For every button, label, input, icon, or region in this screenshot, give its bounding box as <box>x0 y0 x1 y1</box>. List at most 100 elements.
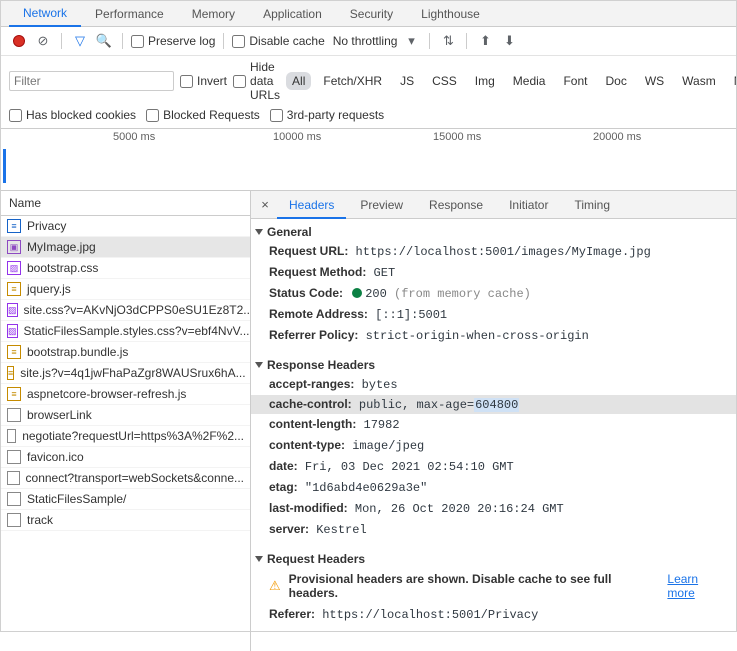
response-header-key: content-length: <box>269 417 356 431</box>
request-row[interactable]: ▨site.css?v=AKvNjO3dCPPS0eSU1Ez8T2... <box>1 300 250 321</box>
close-details-icon[interactable]: × <box>255 197 275 212</box>
type-filter-css[interactable]: CSS <box>426 72 463 90</box>
throttling-caret-icon[interactable]: ▾ <box>401 31 421 51</box>
tab-application[interactable]: Application <box>249 1 336 26</box>
request-row[interactable]: ▨ StaticFilesSample.styles.css?v=ebf4NvV.… <box>1 321 250 342</box>
request-row[interactable]: ▣ MyImage.jpg <box>1 237 250 258</box>
filter-icon[interactable]: ▽ <box>70 31 90 51</box>
xhr-file-icon <box>7 450 21 464</box>
detail-tab-timing[interactable]: Timing <box>562 192 622 217</box>
type-filter-js[interactable]: JS <box>394 72 420 90</box>
filter-input[interactable] <box>9 71 174 91</box>
type-filter-fetch-xhr[interactable]: Fetch/XHR <box>317 72 388 90</box>
throttling-select[interactable]: No throttling <box>333 34 398 48</box>
invert-checkbox[interactable]: Invert <box>180 74 227 88</box>
tab-performance[interactable]: Performance <box>81 1 178 26</box>
request-details: × Headers Preview Response Initiator Tim… <box>251 191 736 651</box>
detail-tab-response[interactable]: Response <box>417 192 495 217</box>
response-header-row: date: Fri, 03 Dec 2021 02:54:10 GMT <box>251 456 736 477</box>
tab-lighthouse[interactable]: Lighthouse <box>407 1 494 26</box>
request-row[interactable]: favicon.ico <box>1 447 250 468</box>
request-row[interactable]: browserLink <box>1 405 250 426</box>
request-row[interactable]: ▨bootstrap.css <box>1 258 250 279</box>
request-name: StaticFilesSample.styles.css?v=ebf4NvV..… <box>24 324 250 338</box>
section-general[interactable]: General <box>251 219 736 241</box>
section-response-headers[interactable]: Response Headers <box>251 352 736 374</box>
request-row[interactable]: ≡aspnetcore-browser-refresh.js <box>1 384 250 405</box>
disable-cache-label: Disable cache <box>249 34 324 48</box>
js-file-icon: ≡ <box>7 345 21 359</box>
request-row[interactable]: StaticFilesSample/ <box>1 489 250 510</box>
request-row[interactable]: connect?transport=webSockets&conne... <box>1 468 250 489</box>
disclosure-triangle-icon <box>255 556 263 562</box>
record-button[interactable] <box>13 35 25 47</box>
request-name: favicon.ico <box>27 450 84 464</box>
third-party-label: 3rd-party requests <box>287 108 384 122</box>
preserve-log-checkbox[interactable]: Preserve log <box>131 34 215 48</box>
response-header-value: public, max-age= <box>359 398 474 412</box>
hide-data-urls-label: Hide data URLs <box>250 60 280 102</box>
devtools-tabs: Network Performance Memory Application S… <box>1 1 736 27</box>
type-filter-img[interactable]: Img <box>469 72 501 90</box>
request-row[interactable]: ≡jquery.js <box>1 279 250 300</box>
type-filter-manifest[interactable]: Manife <box>728 72 736 90</box>
learn-more-link[interactable]: Learn more <box>667 572 728 600</box>
request-name: aspnetcore-browser-refresh.js <box>27 387 186 401</box>
has-blocked-cookies-label: Has blocked cookies <box>26 108 136 122</box>
request-row[interactable]: track <box>1 510 250 531</box>
blocked-requests-label: Blocked Requests <box>163 108 260 122</box>
disable-cache-checkbox[interactable]: Disable cache <box>232 34 324 48</box>
column-header-name[interactable]: Name <box>1 191 250 216</box>
disclosure-triangle-icon <box>255 229 263 235</box>
response-header-value: Mon, 26 Oct 2020 20:16:24 GMT <box>355 502 564 516</box>
detail-tab-initiator[interactable]: Initiator <box>497 192 560 217</box>
request-row[interactable]: ≡ bootstrap.bundle.js <box>1 342 250 363</box>
import-har-icon[interactable]: ⬆ <box>475 31 495 51</box>
blocked-requests-checkbox[interactable]: Blocked Requests <box>146 108 260 122</box>
export-har-icon[interactable]: ⬇ <box>499 31 519 51</box>
timeline-tick: 5000 ms <box>113 131 155 143</box>
separator <box>122 33 123 49</box>
img-file-icon: ▣ <box>7 240 21 254</box>
type-filter-wasm[interactable]: Wasm <box>676 72 722 90</box>
general-request-method: Request Method: GET <box>251 262 736 283</box>
xhr-file-icon <box>7 471 20 485</box>
request-name: site.js?v=4q1jwFhaPaZgr8WAUSrux6hA... <box>20 366 245 380</box>
response-header-key: cache-control: <box>269 397 352 411</box>
type-filter-media[interactable]: Media <box>507 72 552 90</box>
tab-security[interactable]: Security <box>336 1 407 26</box>
detail-tab-preview[interactable]: Preview <box>348 192 415 217</box>
timeline-overview[interactable]: 5000 ms 10000 ms 15000 ms 20000 ms <box>1 129 736 191</box>
xhr-file-icon <box>7 429 16 443</box>
separator <box>466 33 467 49</box>
search-icon[interactable]: 🔍 <box>94 31 114 51</box>
request-name: MyImage.jpg <box>27 240 96 254</box>
css-file-icon: ▨ <box>7 303 18 317</box>
request-name: bootstrap.bundle.js <box>27 345 128 359</box>
type-filter-font[interactable]: Font <box>557 72 593 90</box>
type-filter-doc[interactable]: Doc <box>599 72 632 90</box>
tab-network[interactable]: Network <box>9 0 81 27</box>
response-header-key: content-type: <box>269 438 345 452</box>
request-row[interactable]: ≡site.js?v=4q1jwFhaPaZgr8WAUSrux6hA... <box>1 363 250 384</box>
type-filter-ws[interactable]: WS <box>639 72 670 90</box>
has-blocked-cookies-checkbox[interactable]: Has blocked cookies <box>9 108 136 122</box>
request-row[interactable]: ≡Privacy <box>1 216 250 237</box>
request-header-referer: Referer: https://localhost:5001/Privacy <box>251 604 736 625</box>
tab-memory[interactable]: Memory <box>178 1 249 26</box>
preserve-log-label: Preserve log <box>148 34 215 48</box>
request-name: bootstrap.css <box>27 261 98 275</box>
request-row[interactable]: negotiate?requestUrl=https%3A%2F%2... <box>1 426 250 447</box>
detail-tab-headers[interactable]: Headers <box>277 192 346 219</box>
response-header-key: date: <box>269 459 298 473</box>
section-request-headers[interactable]: Request Headers <box>251 546 736 568</box>
hide-data-urls-checkbox[interactable]: Hide data URLs <box>233 60 280 102</box>
type-filter-all[interactable]: All <box>286 72 311 90</box>
separator <box>223 33 224 49</box>
third-party-checkbox[interactable]: 3rd-party requests <box>270 108 384 122</box>
network-conditions-icon[interactable]: ⇅ <box>438 31 458 51</box>
response-header-key: etag: <box>269 480 298 494</box>
css-file-icon: ▨ <box>7 324 18 338</box>
response-header-row: content-type: image/jpeg <box>251 435 736 456</box>
clear-icon[interactable]: ⊘ <box>33 31 53 51</box>
